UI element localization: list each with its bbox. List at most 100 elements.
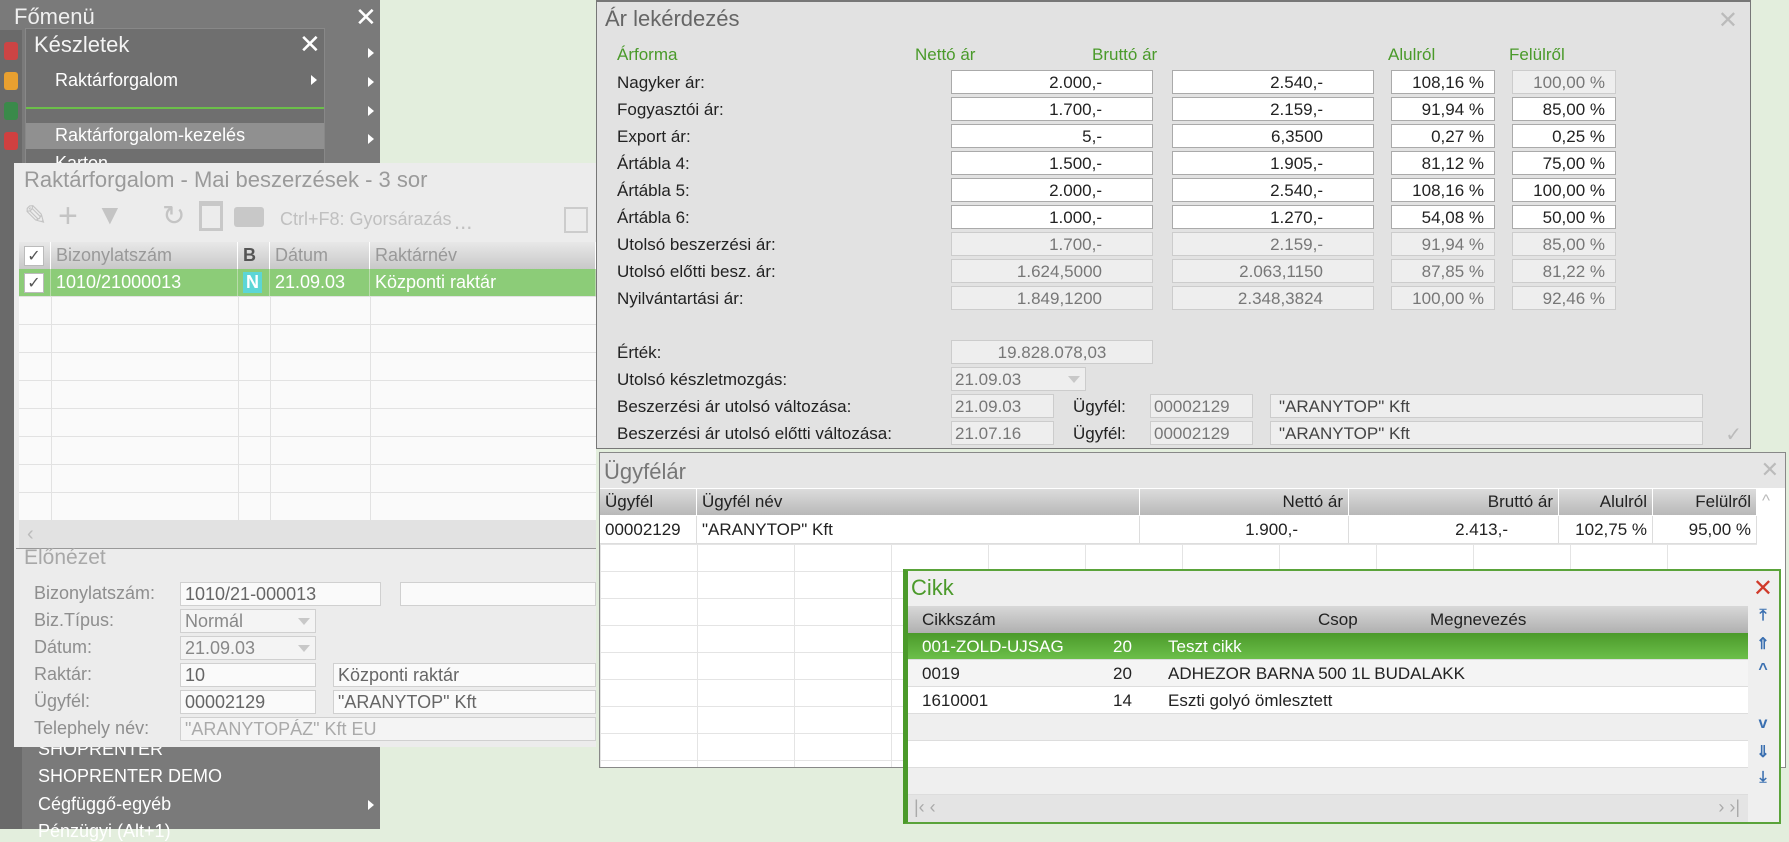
alulrol-field: 91,94 %	[1391, 232, 1495, 256]
netto-price-field[interactable]: 2.000,-	[951, 178, 1153, 202]
alulrol-field[interactable]: 81,12 %	[1391, 151, 1495, 175]
price-row-label: Ártábla 5:	[617, 181, 690, 200]
scroll-up-icon[interactable]: ^	[1762, 491, 1770, 511]
close-icon[interactable]: ✕	[1761, 457, 1779, 483]
col-brutto[interactable]: Bruttó ár	[1349, 489, 1559, 515]
alulrol-field: 87,85 %	[1391, 259, 1495, 283]
alulrol-field[interactable]: 108,16 %	[1391, 178, 1495, 202]
dropdown-icon	[298, 618, 310, 625]
refresh-icon[interactable]: ↻	[162, 199, 185, 232]
table-row[interactable]: 0019 20 ADHEZOR BARNA 500 1L BUDALAKK	[908, 660, 1748, 687]
edit-icon[interactable]: ✎	[24, 199, 47, 232]
col-cikkszam[interactable]: Cikkszám	[922, 610, 996, 630]
raktar-name-field[interactable]: Központi raktár	[333, 663, 596, 687]
col-felulrol[interactable]: Felülről	[1653, 489, 1757, 515]
brutto-price-field[interactable]: 1.905,-	[1172, 151, 1374, 175]
felulrol-field[interactable]: 0,25 %	[1512, 124, 1616, 148]
delete-icon[interactable]	[199, 201, 223, 231]
mozgas-select[interactable]: 21.09.03	[951, 367, 1086, 391]
submenu-item-raktarforgalom-kezeles[interactable]: Raktárforgalom-kezelés	[55, 125, 245, 146]
telephely-field[interactable]: "ARANYTOPÁZ" Kft EU	[180, 717, 596, 741]
export-icon[interactable]	[564, 207, 588, 233]
menu-item-cegfuggo[interactable]: Cégfüggő-egyéb	[38, 794, 171, 815]
menu-item-shoprenter-demo[interactable]: SHOPRENTER DEMO	[38, 766, 222, 787]
netto-price-field[interactable]: 1.000,-	[951, 205, 1153, 229]
chevron-right-icon	[368, 800, 374, 810]
felulrol-field[interactable]: 100,00 %	[1512, 70, 1616, 94]
col-megnevezes[interactable]: Megnevezés	[1430, 610, 1526, 630]
col-datum[interactable]: Dátum	[270, 242, 370, 269]
bizonylatszam-field[interactable]: 1010/21-000013	[180, 582, 381, 606]
datum-select[interactable]: 21.09.03	[180, 636, 316, 660]
page-up-icon[interactable]: ⇑	[1750, 634, 1776, 658]
close-icon[interactable]: ✕	[1718, 6, 1738, 35]
brutto-price-field[interactable]: 2.540,-	[1172, 178, 1374, 202]
valtozas-date: 21.09.03	[951, 394, 1054, 418]
raktar-code-field[interactable]: 10	[180, 663, 316, 687]
select-all-checkbox[interactable]: ✓	[19, 242, 51, 269]
horizontal-scrollbar[interactable]: |‹ ‹ › ›|	[908, 795, 1748, 822]
close-icon[interactable]: ✕	[1753, 574, 1773, 603]
close-icon[interactable]: ✕	[355, 4, 377, 30]
submenu-item-highlight[interactable]: Raktárforgalom-kezelés	[26, 123, 324, 149]
col-b[interactable]: B	[238, 242, 270, 269]
brutto-price-field: 2.159,-	[1172, 232, 1374, 256]
more-button[interactable]: ...	[454, 209, 472, 235]
alulrol-field[interactable]: 108,16 %	[1391, 70, 1495, 94]
col-csop[interactable]: Csop	[1318, 610, 1358, 630]
main-menu-title: Főmenü	[14, 4, 95, 29]
label-ugyfel: Ügyfél:	[34, 691, 91, 711]
col-ugyfel[interactable]: Ügyfél	[600, 489, 697, 515]
alulrol-field[interactable]: 54,08 %	[1391, 205, 1495, 229]
col-raktarnev[interactable]: Raktárnév	[370, 242, 596, 269]
submenu-item-raktarforgalom[interactable]: Raktárforgalom	[55, 70, 178, 91]
ugyfel-code-field[interactable]: 00002129	[180, 690, 316, 714]
scroll-down-icon[interactable]: v	[1750, 715, 1776, 739]
col-bizonylatszam[interactable]: Bizonylatszám	[51, 242, 238, 269]
box-icon[interactable]	[4, 72, 18, 90]
discount-icon[interactable]	[4, 132, 18, 150]
row-checkbox[interactable]: ✓	[19, 269, 51, 296]
money-icon[interactable]	[4, 102, 18, 120]
ugyfel-name-field[interactable]: "ARANYTOP" Kft	[333, 690, 596, 714]
cell-csop: 14	[1113, 691, 1132, 710]
page-down-icon[interactable]: ⇓	[1750, 742, 1776, 766]
brutto-price-field[interactable]: 2.540,-	[1172, 70, 1374, 94]
label-bizonylatszam: Bizonylatszám:	[34, 583, 156, 603]
table-row[interactable]: 001-ZOLD-UJSAG 20 Teszt cikk	[908, 633, 1748, 660]
brutto-price-field[interactable]: 2.159,-	[1172, 97, 1374, 121]
netto-price-field[interactable]: 1.700,-	[951, 97, 1153, 121]
print-icon[interactable]	[234, 207, 264, 227]
quick-pricing-shortcut[interactable]: Ctrl+F8: Gyorsárazás	[280, 209, 452, 230]
netto-price-field[interactable]: 2.000,-	[951, 70, 1153, 94]
table-row[interactable]: 1610001 14 Eszti golyó ömlesztett	[908, 687, 1748, 714]
scroll-bottom-icon[interactable]: ⤓	[1750, 769, 1776, 793]
header-arforma: Árforma	[617, 45, 678, 64]
chevron-right-icon	[311, 75, 317, 85]
filter-icon[interactable]: ▼	[96, 199, 124, 231]
felulrol-field[interactable]: 75,00 %	[1512, 151, 1616, 175]
netto-price-field[interactable]: 5,-	[951, 124, 1153, 148]
col-ugyfel-nev[interactable]: Ügyfél név	[697, 489, 1140, 515]
cell-megnevezes: Eszti golyó ömlesztett	[1168, 691, 1333, 710]
netto-price-field[interactable]: 1.500,-	[951, 151, 1153, 175]
bizonylat-extra-field[interactable]	[400, 582, 596, 606]
check-icon[interactable]: ✓	[1725, 422, 1742, 447]
scroll-top-icon[interactable]: ⤒	[1750, 607, 1776, 631]
basket-icon[interactable]	[4, 42, 18, 60]
alulrol-field[interactable]: 0,27 %	[1391, 124, 1495, 148]
felulrol-field[interactable]: 100,00 %	[1512, 178, 1616, 202]
close-icon[interactable]: ✕	[299, 31, 321, 57]
felulrol-field[interactable]: 50,00 %	[1512, 205, 1616, 229]
brutto-price-field[interactable]: 1.270,-	[1172, 205, 1374, 229]
felulrol-field[interactable]: 85,00 %	[1512, 97, 1616, 121]
add-icon[interactable]: +	[58, 197, 78, 236]
brutto-price-field[interactable]: 6,3500	[1172, 124, 1374, 148]
horizontal-scrollbar[interactable]: ‹	[19, 521, 596, 548]
scroll-up-icon[interactable]: ^	[1750, 661, 1776, 685]
biz-tipus-select[interactable]: Normál	[180, 609, 316, 633]
col-netto[interactable]: Nettó ár	[1140, 489, 1349, 515]
col-alulrol[interactable]: Alulról	[1559, 489, 1653, 515]
alulrol-field[interactable]: 91,94 %	[1391, 97, 1495, 121]
menu-item-penzugyi[interactable]: Pénzügyi (Alt+1)	[38, 821, 171, 842]
